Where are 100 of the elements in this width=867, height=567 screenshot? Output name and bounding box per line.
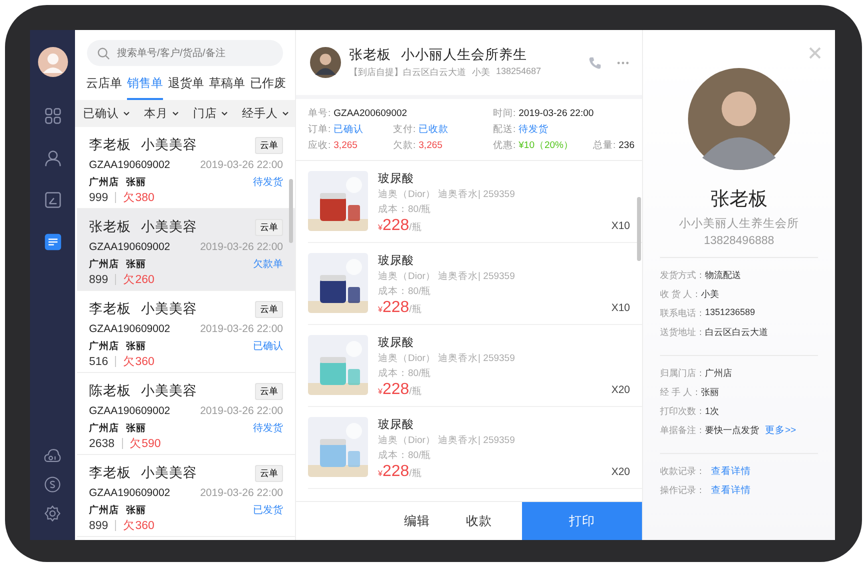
shop-name: 小美美容 <box>141 136 197 154</box>
pickup-address: 【到店自提】白云区白云大道 <box>349 66 466 79</box>
shop-name: 小小丽人生会所养生 <box>401 47 527 62</box>
coin-icon[interactable] <box>44 476 61 493</box>
debt-amount: 欠590 <box>130 436 161 451</box>
field-value: 3,265 <box>334 140 358 151</box>
customer-name: 张老板 <box>349 47 391 62</box>
store-name: 广州店 <box>89 258 119 270</box>
cloud-icon[interactable] <box>44 447 61 464</box>
product-price: 228 <box>382 299 410 316</box>
product-quantity: X20 <box>611 466 630 478</box>
field-value: 3,265 <box>418 140 442 151</box>
product-quantity: X10 <box>611 302 630 314</box>
shop-name: 小美美容 <box>141 300 197 318</box>
customer-name: 李老板 <box>89 464 131 482</box>
details-link[interactable]: 更多>> <box>765 424 796 437</box>
info-value: 张丽 <box>701 386 720 399</box>
order-time: 2019-03-26 22:00 <box>200 405 283 417</box>
order-amount: 899 <box>89 520 108 532</box>
order-card[interactable]: 李老板 小美美容 云单 GZAA190609002 2019-03-26 22:00 广州店 张丽 已确认 516 欠360 <box>77 291 295 373</box>
caret-icon <box>282 111 289 116</box>
tab[interactable]: 已作废 <box>250 71 286 100</box>
product-name: 玻尿酸 <box>378 172 415 186</box>
product-cost: 成本：80/瓶 <box>378 367 432 380</box>
product-brand: 迪奥（Dior） 迪奥香水| 259359 <box>378 188 516 201</box>
info-label: 收 货 人： <box>660 288 702 301</box>
scrollbar[interactable] <box>637 197 641 261</box>
field-label: 欠款: <box>393 140 416 151</box>
info-label: 归属门店： <box>660 367 705 380</box>
shop-name: 小小美丽人生养生会所 <box>679 216 799 231</box>
handler-name: 张丽 <box>126 422 146 434</box>
info-label: 联系电话： <box>660 307 705 320</box>
user-icon[interactable] <box>44 149 62 167</box>
info-value: 物流配送 <box>705 269 741 282</box>
filter-dropdown[interactable]: 已确认 <box>83 106 130 121</box>
order-number: GZAA190609002 <box>89 405 170 417</box>
customer-name: 陈老板 <box>89 382 131 400</box>
field-value: 已收款 <box>418 124 449 135</box>
order-card[interactable]: 李老板 小美美容 云单 GZAA190609002 2019-03-26 22:00 广州店 张丽 已发货 899 欠360 <box>77 455 295 537</box>
order-time: 2019-03-26 22:00 <box>200 487 283 499</box>
price-unit: /瓶 <box>409 304 422 315</box>
order-number: GZAA190609002 <box>89 323 170 335</box>
product-price: 228 <box>382 381 410 398</box>
order-number: GZAA190609002 <box>89 487 170 499</box>
filter-dropdown[interactable]: 门店 <box>193 106 228 121</box>
print-button[interactable]: 打印 <box>522 502 642 540</box>
field-value: GZAA200609002 <box>334 108 408 119</box>
tab[interactable]: 云店单 <box>86 71 122 100</box>
store-name: 广州店 <box>89 340 119 352</box>
order-amount: 2638 <box>89 438 115 450</box>
info-label: 送货地址： <box>660 326 705 339</box>
tab[interactable]: 草稿单 <box>209 71 245 100</box>
debt-amount: 欠360 <box>123 518 154 533</box>
chart-icon[interactable] <box>44 191 62 209</box>
product-brand: 迪奥（Dior） 迪奥香水| 259359 <box>378 434 516 447</box>
shop-name: 小美美容 <box>141 464 197 482</box>
shop-name: 小美美容 <box>141 218 197 236</box>
tab[interactable]: 退货单 <box>168 71 204 100</box>
info-label: 经 手 人： <box>660 386 702 399</box>
order-time: 2019-03-26 22:00 <box>200 241 283 253</box>
filter-dropdown[interactable]: 经手人 <box>242 106 289 121</box>
info-label: 单据备注： <box>660 424 705 437</box>
product-cost: 成本：80/瓶 <box>378 285 432 298</box>
order-status: 已确认 <box>253 340 283 353</box>
caret-icon <box>123 111 130 116</box>
filter-dropdown[interactable]: 本月 <box>144 106 179 121</box>
info-value: 小美 <box>701 288 720 301</box>
store-name: 广州店 <box>89 422 119 434</box>
field-label: 支付: <box>393 124 416 135</box>
order-card[interactable]: 张老板 小美美容 云单 GZAA190609002 2019-03-26 22:00 广州店 张丽 欠款单 899 欠260 <box>77 209 295 291</box>
order-tag: 云单 <box>255 382 283 400</box>
customer-name: 李老板 <box>89 300 131 318</box>
order-tag: 云单 <box>255 136 283 154</box>
search-field[interactable]: 搜索单号/客户/货品/备注 <box>87 40 283 66</box>
info-value: 要快一点发货 <box>705 424 759 437</box>
product-brand: 迪奥（Dior） 迪奥香水| 259359 <box>378 352 516 365</box>
product-name: 玻尿酸 <box>378 336 415 350</box>
product-price: 228 <box>382 217 410 234</box>
order-status: 欠款单 <box>253 258 283 271</box>
search-icon <box>97 47 110 60</box>
currency-sign: ¥ <box>378 387 382 396</box>
scrollbar[interactable] <box>289 179 293 243</box>
grid-icon[interactable] <box>44 107 62 125</box>
contact-name: 小美 <box>472 66 490 79</box>
settings-icon[interactable] <box>44 505 61 522</box>
debt-amount: 欠380 <box>123 190 154 205</box>
order-number: GZAA190609002 <box>89 159 170 171</box>
order-amount: 899 <box>89 274 108 286</box>
field-value: 2019-03-26 22:00 <box>518 108 594 119</box>
currency-sign: ¥ <box>378 305 382 314</box>
product-cost: 成本：80/瓶 <box>378 203 432 216</box>
debt-amount: 欠360 <box>123 354 154 369</box>
debt-amount: 欠260 <box>123 272 154 287</box>
order-card[interactable]: 陈老板 小美美容 云单 GZAA190609002 2019-03-26 22:00 广州店 张丽 待发货 2638 欠590 <box>77 373 295 455</box>
avatar <box>310 47 341 78</box>
field-label: 订单: <box>308 124 331 135</box>
shop-name: 小美美容 <box>141 382 197 400</box>
document-icon[interactable] <box>44 233 62 251</box>
handler-name: 张丽 <box>126 504 146 516</box>
price-unit: /瓶 <box>409 468 422 479</box>
